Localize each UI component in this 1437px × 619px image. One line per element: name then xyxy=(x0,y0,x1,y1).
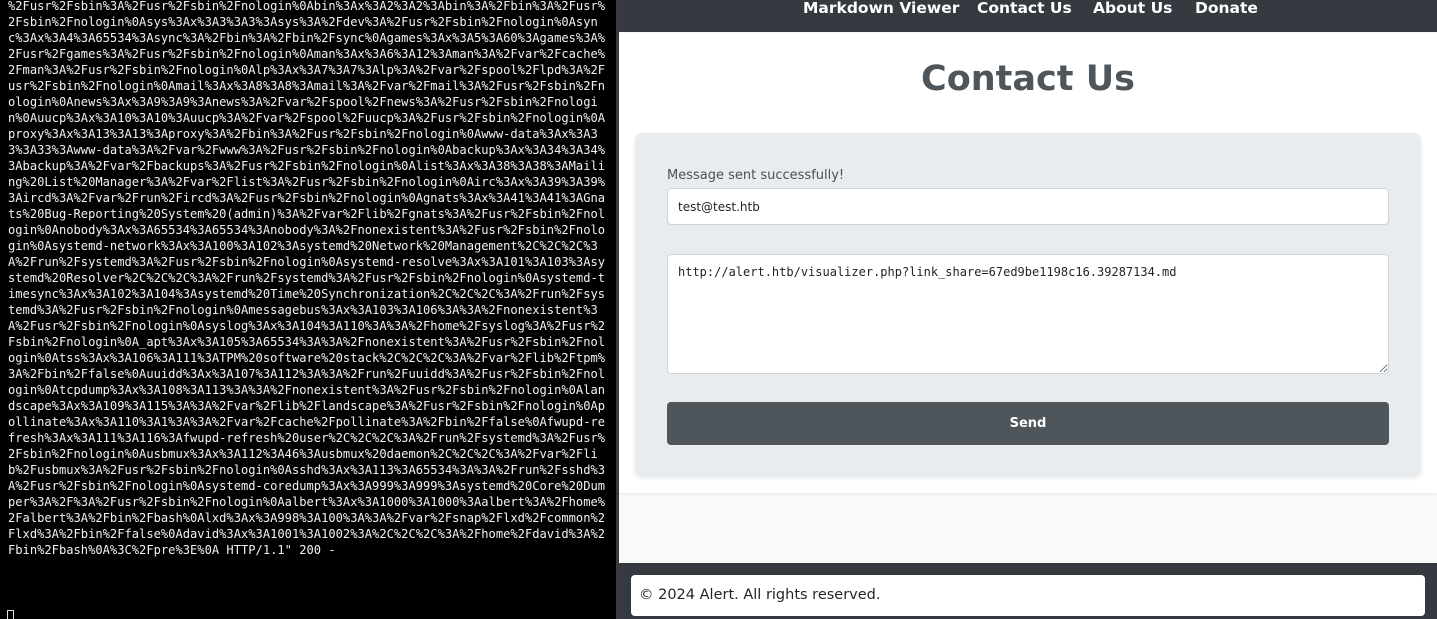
content-container: Contact Us Message sent successfully! ht… xyxy=(619,33,1437,493)
navbar: Markdown Viewer Contact Us About Us Dona… xyxy=(619,0,1437,32)
footer: © 2024 Alert. All rights reserved. xyxy=(619,563,1437,619)
browser-pane: Markdown Viewer Contact Us About Us Dona… xyxy=(619,0,1437,619)
footer-copyright: © 2024 Alert. All rights reserved. xyxy=(639,587,881,603)
terminal-cursor xyxy=(7,610,14,619)
page-title: Contact Us xyxy=(921,59,1135,99)
send-button[interactable]: Send xyxy=(667,402,1389,445)
nav-link-donate[interactable]: Donate xyxy=(1195,0,1258,18)
terminal-log-output: %2Fusr%2Fsbin%3A%2Fusr%2Fsbin%2Fnologin%… xyxy=(8,0,606,557)
email-field[interactable] xyxy=(667,188,1389,225)
nav-link-markdown-viewer[interactable]: Markdown Viewer xyxy=(803,0,959,18)
nav-link-about-us[interactable]: About Us xyxy=(1093,0,1172,18)
contact-form-card: Message sent successfully! http://alert.… xyxy=(635,133,1421,477)
nav-link-contact-us[interactable]: Contact Us xyxy=(977,0,1072,18)
footer-box: © 2024 Alert. All rights reserved. xyxy=(631,575,1425,616)
status-message: Message sent successfully! xyxy=(667,168,845,183)
terminal-pane: %2Fusr%2Fsbin%3A%2Fusr%2Fsbin%2Fnologin%… xyxy=(0,0,616,619)
message-textarea[interactable]: http://alert.htb/visualizer.php?link_sha… xyxy=(667,254,1389,374)
